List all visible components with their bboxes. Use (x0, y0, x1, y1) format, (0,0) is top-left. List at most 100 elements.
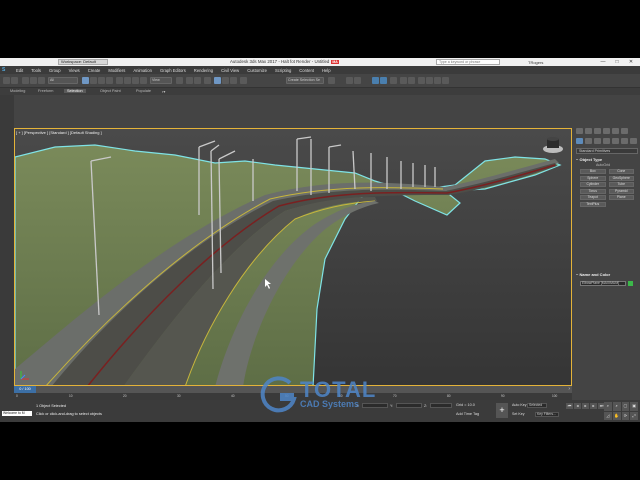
layer-explorer-icon[interactable] (372, 77, 379, 84)
auto-key-button[interactable]: Auto Key (512, 403, 527, 407)
torus-button[interactable]: Torus (580, 188, 606, 194)
systems-icon[interactable] (630, 138, 637, 144)
undo-icon[interactable] (3, 77, 10, 84)
menu-civil-view[interactable]: Civil View (217, 66, 243, 73)
tab-modeling[interactable]: Modeling (10, 89, 25, 93)
menu-scripting[interactable]: Scripting (271, 66, 295, 73)
rectangular-selection-icon[interactable] (98, 77, 105, 84)
cylinder-button[interactable]: Cylinder (580, 182, 606, 187)
select-by-name-icon[interactable] (90, 77, 97, 84)
select-object-icon[interactable] (82, 77, 89, 84)
spinner-snap-icon[interactable] (230, 77, 237, 84)
maxscript-listener[interactable]: Welcome to M (2, 411, 32, 416)
menu-customize[interactable]: Customize (243, 66, 271, 73)
object-category-dropdown[interactable]: Standard Primitives (576, 148, 638, 154)
user-account[interactable]: TRogers (528, 60, 543, 65)
play-icon[interactable]: ▸ (582, 403, 589, 409)
snaps-toggle-icon[interactable] (204, 77, 211, 84)
go-to-start-icon[interactable]: ⏮ (566, 403, 573, 409)
field-of-view-icon[interactable]: ◿ (604, 411, 612, 420)
box-button[interactable]: Box (580, 169, 606, 174)
minimize-button[interactable]: — (596, 58, 610, 66)
close-button[interactable]: ✕ (624, 58, 638, 66)
zoom-all-icon[interactable]: ⌕ (612, 402, 621, 411)
scene-explorer-icon[interactable] (380, 77, 387, 84)
bind-space-warp-icon[interactable] (38, 77, 45, 84)
menu-create[interactable]: Create (84, 66, 105, 73)
pan-icon[interactable]: ✋ (612, 411, 621, 420)
ribbon-options-icon[interactable]: ▪▾ (162, 89, 165, 94)
menu-tools[interactable]: Tools (27, 66, 45, 73)
mirror-icon[interactable] (346, 77, 353, 84)
tube-button[interactable]: Tube (608, 182, 634, 187)
geometry-icon[interactable] (576, 138, 583, 144)
angle-snap-icon[interactable] (214, 77, 221, 84)
shapes-icon[interactable] (585, 138, 592, 144)
previous-frame-icon[interactable]: ◂ (574, 403, 581, 409)
cone-button[interactable]: Cone (608, 169, 634, 174)
tab-object-paint[interactable]: Object Paint (100, 89, 121, 93)
sphere-button[interactable]: Sphere (580, 175, 606, 181)
menu-rendering[interactable]: Rendering (190, 66, 217, 73)
maximize-viewport-icon[interactable]: ⤢ (630, 411, 638, 420)
lights-icon[interactable] (594, 138, 601, 144)
reference-coordinate-dropdown[interactable]: View (150, 77, 172, 84)
key-mode-dropdown[interactable]: Selected (527, 403, 547, 408)
placement-icon[interactable] (140, 77, 147, 84)
z-coordinate-field[interactable] (430, 403, 452, 408)
next-frame-icon[interactable]: ▸ (590, 403, 597, 409)
perspective-viewport[interactable]: [ + ] [Perspective ] [Standard ] [Defaul… (14, 128, 572, 386)
select-manipulate-icon[interactable] (186, 77, 193, 84)
curve-editor-icon[interactable] (400, 77, 407, 84)
display-tab-icon[interactable] (612, 128, 619, 134)
menu-animation[interactable]: Animation (129, 66, 156, 73)
zoom-extents-icon[interactable]: ▢ (621, 402, 630, 411)
window-crossing-icon[interactable] (106, 77, 113, 84)
redo-icon[interactable] (11, 77, 18, 84)
helpers-icon[interactable] (612, 138, 619, 144)
time-slider-next-icon[interactable]: › (568, 386, 570, 393)
object-type-rollout[interactable]: − Object Type (576, 157, 602, 162)
object-color-swatch[interactable] (628, 281, 633, 286)
ribbon-toggle-icon[interactable] (390, 77, 397, 84)
pivot-center-icon[interactable] (176, 77, 183, 84)
tab-selection[interactable]: Selection (64, 89, 86, 93)
scale-icon[interactable] (132, 77, 139, 84)
menu-modifiers[interactable]: Modifiers (104, 66, 129, 73)
menu-content[interactable]: Content (295, 66, 318, 73)
orbit-icon[interactable]: ⟳ (621, 411, 630, 420)
rotate-icon[interactable] (124, 77, 131, 84)
plane-button[interactable]: Plane (608, 195, 634, 200)
object-name-field[interactable]: ElbowPlane [MAXIMUM] (580, 281, 626, 286)
name-and-color-rollout[interactable]: − Name and Color (576, 272, 610, 277)
menu-edit[interactable]: Edit (12, 66, 27, 73)
create-tab-icon[interactable] (576, 128, 583, 134)
set-key-button[interactable]: Set Key (512, 412, 525, 416)
zoom-icon[interactable]: ⌕ (604, 402, 612, 411)
tab-freeform[interactable]: Freeform (38, 89, 53, 93)
render-setup-icon[interactable] (426, 77, 433, 84)
utilities-tab-icon[interactable] (621, 128, 628, 134)
tab-populate[interactable]: Populate (136, 89, 151, 93)
viewport-label[interactable]: [ + ] [Perspective ] [Standard ] [Defaul… (16, 130, 102, 135)
selection-filter-dropdown[interactable]: All (48, 77, 78, 84)
geosphere-button[interactable]: GeoSphere (608, 175, 634, 181)
link-icon[interactable] (22, 77, 29, 84)
schematic-view-icon[interactable] (408, 77, 415, 84)
teapot-button[interactable]: Teapot (580, 195, 606, 200)
move-icon[interactable] (116, 77, 123, 84)
unlink-icon[interactable] (30, 77, 37, 84)
menu-views[interactable]: Views (65, 66, 84, 73)
render-production-icon[interactable] (442, 77, 449, 84)
modify-tab-icon[interactable] (585, 128, 592, 134)
edit-named-selection-icon[interactable] (240, 77, 247, 84)
named-selection-dropdown[interactable]: Create Selection Se (286, 77, 324, 84)
autogrid-checkbox[interactable]: AutoGrid (596, 163, 610, 167)
workspace-dropdown[interactable]: Workspace: Default (58, 59, 108, 65)
material-editor-icon[interactable] (418, 77, 425, 84)
set-key-icon[interactable]: + (496, 403, 508, 418)
pyramid-button[interactable]: Pyramid (608, 188, 634, 194)
align-icon[interactable] (354, 77, 361, 84)
rendered-frame-window-icon[interactable] (434, 77, 441, 84)
percent-snap-icon[interactable] (222, 77, 229, 84)
